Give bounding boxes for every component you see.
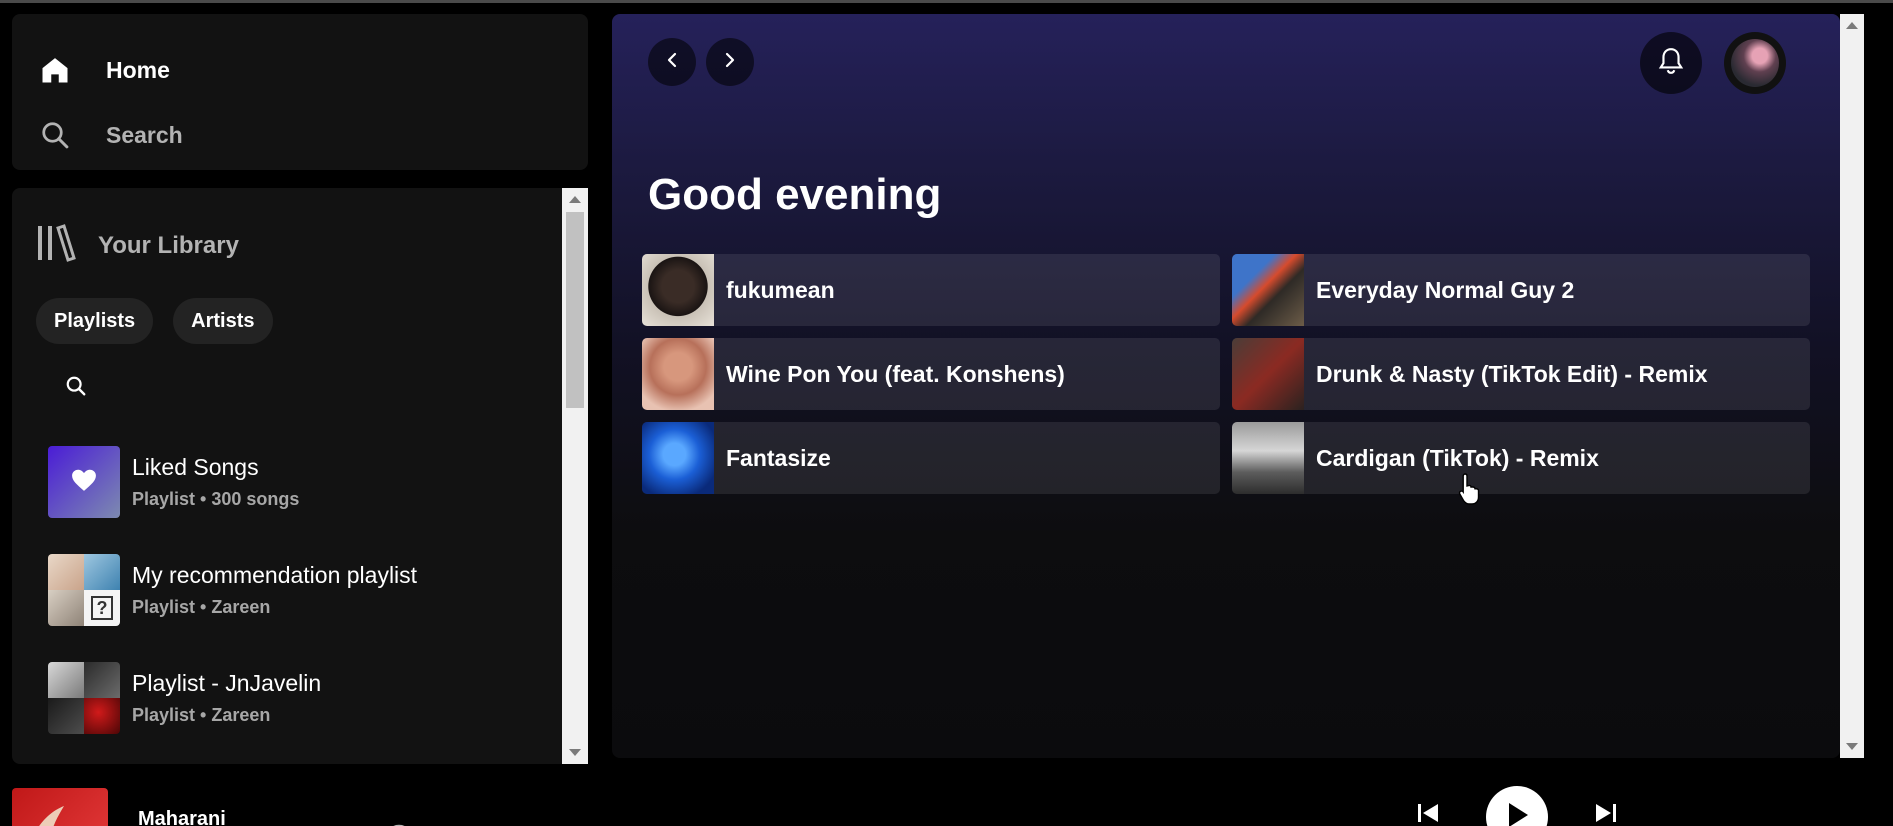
play-icon xyxy=(1504,801,1530,826)
avatar-image xyxy=(1731,39,1779,87)
question-mark-icon: ? xyxy=(91,596,113,620)
list-item-subtitle: Playlist • Zareen xyxy=(132,597,271,617)
liked-songs-cover xyxy=(48,446,120,518)
next-button[interactable] xyxy=(1588,800,1624,826)
scroll-up-icon[interactable] xyxy=(569,196,581,203)
nav-panel: Home Search xyxy=(12,14,588,170)
card-cover xyxy=(1232,254,1304,326)
window-top-border xyxy=(0,0,1893,3)
shortcut-card[interactable]: Cardigan (TikTok) - Remix xyxy=(1232,422,1810,494)
shortcut-grid: fukumean Everyday Normal Guy 2 Wine Pon … xyxy=(642,254,1812,494)
shortcut-card[interactable]: Everyday Normal Guy 2 xyxy=(1232,254,1810,326)
chevron-left-icon xyxy=(664,52,680,73)
scroll-down-icon[interactable] xyxy=(569,749,581,756)
forward-button[interactable] xyxy=(706,38,754,86)
shortcut-card[interactable]: fukumean xyxy=(642,254,1220,326)
list-item-title: My recommendation playlist xyxy=(132,562,418,588)
back-button[interactable] xyxy=(648,38,696,86)
card-cover xyxy=(1232,338,1304,410)
card-cover xyxy=(642,338,714,410)
playlist-cover-mosaic: ? xyxy=(48,554,120,626)
shortcut-card[interactable]: Wine Pon You (feat. Konshens) xyxy=(642,338,1220,410)
card-cover xyxy=(642,422,714,494)
list-item-subtitle: Playlist • 300 songs xyxy=(132,489,300,509)
filter-chip-playlists[interactable]: Playlists xyxy=(36,298,154,344)
library-icon xyxy=(36,224,76,267)
bell-icon xyxy=(1658,47,1684,80)
home-icon xyxy=(38,53,72,87)
library-scrollbar[interactable] xyxy=(562,188,588,764)
card-title: Fantasize xyxy=(726,444,831,471)
previous-button[interactable] xyxy=(1410,800,1446,826)
user-avatar[interactable] xyxy=(1724,32,1786,94)
list-item-partial[interactable] xyxy=(48,752,558,764)
card-title: Cardigan (TikTok) - Remix xyxy=(1316,444,1599,471)
card-title: Drunk & Nasty (TikTok Edit) - Remix xyxy=(1316,360,1708,387)
search-icon xyxy=(65,375,87,402)
filter-chip-artists[interactable]: Artists xyxy=(173,298,273,344)
now-playing-title[interactable]: Maharani xyxy=(138,808,226,826)
main-content: Good evening fukumean Everyday Normal Gu… xyxy=(612,14,1840,758)
list-item-title: Playlist - JnJavelin xyxy=(132,670,322,696)
nav-home-label: Home xyxy=(106,56,170,83)
card-title: Everyday Normal Guy 2 xyxy=(1316,276,1575,303)
skip-back-icon xyxy=(1416,802,1440,826)
library-panel: Your Library Playlists Artists Liked Son… xyxy=(12,188,588,764)
list-item-jnjavelin-playlist[interactable]: Playlist - JnJavelin Playlist • Zareen xyxy=(48,644,558,752)
card-cover xyxy=(1232,422,1304,494)
play-button[interactable] xyxy=(1486,786,1548,826)
page-title: Good evening xyxy=(648,170,942,219)
scroll-down-icon[interactable] xyxy=(1846,743,1858,750)
library-title: Your Library xyxy=(98,231,239,259)
chevron-right-icon xyxy=(722,52,738,73)
now-playing-cover[interactable] xyxy=(12,788,108,826)
library-header[interactable]: Your Library xyxy=(36,224,239,267)
shortcut-card[interactable]: Fantasize xyxy=(642,422,1220,494)
list-item-subtitle: Playlist • Zareen xyxy=(132,705,271,725)
shortcut-card[interactable]: Drunk & Nasty (TikTok Edit) - Remix xyxy=(1232,338,1810,410)
list-item-recommendation-playlist[interactable]: ? My recommendation playlist Playlist • … xyxy=(48,536,558,644)
main-scrollbar[interactable] xyxy=(1840,14,1864,758)
library-filters: Playlists Artists xyxy=(36,298,273,344)
library-search-button[interactable] xyxy=(52,364,100,412)
list-item-liked-songs[interactable]: Liked Songs Playlist • 300 songs xyxy=(48,428,558,536)
connect-device-icon[interactable] xyxy=(388,818,410,826)
card-title: fukumean xyxy=(726,276,835,303)
nav-search-label: Search xyxy=(106,121,183,148)
scrollbar-thumb[interactable] xyxy=(566,212,584,408)
skip-forward-icon xyxy=(1594,802,1618,826)
nav-home[interactable]: Home xyxy=(38,50,170,90)
playlist-cover-mosaic xyxy=(48,662,120,734)
notifications-button[interactable] xyxy=(1640,32,1702,94)
search-icon xyxy=(38,118,72,152)
nav-search[interactable]: Search xyxy=(38,115,183,155)
card-cover xyxy=(642,254,714,326)
library-list: Liked Songs Playlist • 300 songs ? My re… xyxy=(48,428,558,764)
list-item-title: Liked Songs xyxy=(132,454,259,480)
card-title: Wine Pon You (feat. Konshens) xyxy=(726,360,1065,387)
hand-cursor-icon xyxy=(1458,472,1482,508)
scroll-up-icon[interactable] xyxy=(1846,22,1858,29)
heart-icon xyxy=(71,468,97,497)
